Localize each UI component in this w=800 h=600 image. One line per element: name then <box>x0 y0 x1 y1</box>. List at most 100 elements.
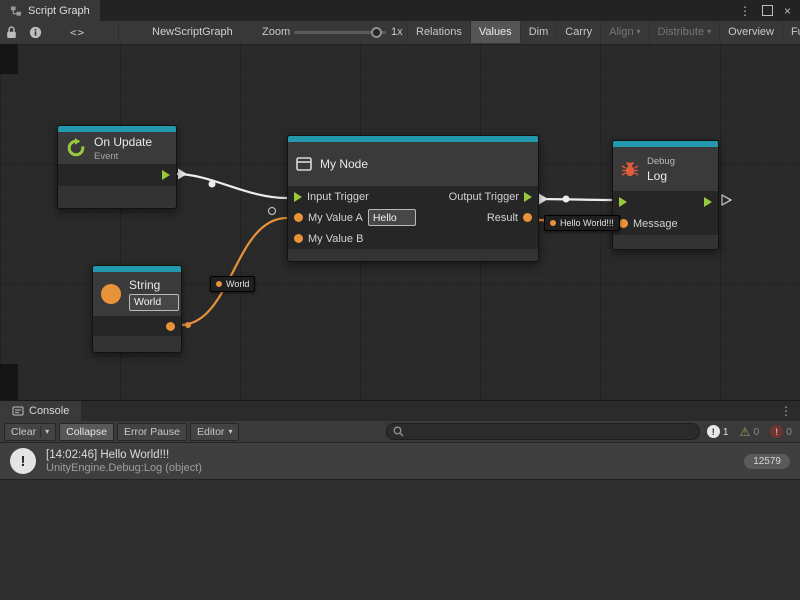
node-my-node[interactable]: My Node Input Trigger Output Trigger My … <box>287 135 539 262</box>
console-tab[interactable]: Console <box>0 401 81 421</box>
wire-value-chip: Hello World!!! <box>544 215 620 231</box>
editor-dropdown[interactable]: Editor ▾ <box>190 423 239 441</box>
input-trigger-port[interactable] <box>294 192 302 202</box>
maximize-icon[interactable] <box>762 5 773 16</box>
info-log-icon: ! <box>10 448 36 474</box>
relations-toggle[interactable]: Relations <box>407 21 470 43</box>
distribute-dropdown[interactable]: Distribute▾ <box>649 21 719 43</box>
edit-script-icon[interactable]: <> <box>70 21 85 43</box>
debug-input-port[interactable] <box>619 197 627 207</box>
clear-button[interactable]: Clear ▾ <box>4 423 56 441</box>
node-title: My Node <box>320 157 368 171</box>
my-node-icon <box>296 157 312 171</box>
console-menu-icon[interactable]: ⋮ <box>772 401 800 421</box>
tab-script-graph[interactable]: Script Graph <box>0 0 100 21</box>
error-count-toggle[interactable]: ! 0 <box>766 424 796 440</box>
search-icon <box>393 426 404 437</box>
string-value-input[interactable] <box>129 294 179 311</box>
fullscreen-button[interactable]: Full S <box>782 21 800 43</box>
collapse-toggle[interactable]: Collapse <box>59 423 114 441</box>
lock-icon[interactable] <box>6 21 17 43</box>
port-row <box>58 164 176 186</box>
warning-icon: ⚠ <box>740 426 751 438</box>
info-count-toggle[interactable]: ! 1 <box>703 424 733 440</box>
string-type-icon <box>101 284 121 304</box>
caret-down-icon: ▾ <box>45 428 49 436</box>
wire-mynode-to-debug[interactable] <box>537 199 612 200</box>
wire-onupdate-to-mynode[interactable] <box>176 174 287 198</box>
console-search-input[interactable] <box>408 425 693 439</box>
graph-toolbar-buttons: Relations Values Dim Carry Align▾ Distri… <box>407 21 800 43</box>
caret-down-icon: ▾ <box>228 428 232 436</box>
string-output-port[interactable] <box>166 322 175 331</box>
console-toolbar: Clear ▾ Collapse Error Pause Editor ▾ ! … <box>0 421 800 443</box>
port-label: Input Trigger <box>307 191 369 203</box>
my-value-a-port[interactable] <box>294 213 303 222</box>
value-dot-icon <box>216 281 222 287</box>
console-icon <box>12 405 24 417</box>
port-label: My Value A <box>308 212 363 224</box>
node-on-update[interactable]: On Update Event <box>57 125 177 209</box>
my-value-a-input[interactable] <box>368 209 416 226</box>
overview-button[interactable]: Overview <box>719 21 782 43</box>
window-tab-bar: Script Graph ⋮ × <box>0 0 800 21</box>
unconnected-value-port-icon[interactable] <box>268 207 276 215</box>
wire-start-arrow-icon <box>178 169 187 180</box>
close-icon[interactable]: × <box>784 4 791 18</box>
console-search <box>386 423 700 440</box>
graph-toolbar: <> NewScriptGraph Zoom 1x Relations Valu… <box>0 21 800 45</box>
debug-output-port[interactable] <box>704 197 712 207</box>
tab-title: Script Graph <box>28 5 90 17</box>
port-label: My Value B <box>308 233 363 245</box>
pane-menu-icon[interactable]: ⋮ <box>739 4 751 18</box>
node-debug-log[interactable]: Debug Log Message <box>612 140 719 250</box>
port-label: Result <box>487 212 518 224</box>
log-stacktrace: UnityEngine.Debug:Log (object) <box>46 462 734 474</box>
zoom-slider-knob[interactable] <box>371 27 382 38</box>
info-log-icon: ! <box>707 425 720 438</box>
node-title: String <box>129 278 179 292</box>
node-kind: Debug <box>647 156 675 167</box>
node-subtitle: Event <box>94 151 152 162</box>
wire-string-to-mynode[interactable] <box>180 218 287 325</box>
log-message: [14:02:46] Hello World!!! <box>46 449 734 461</box>
align-dropdown[interactable]: Align▾ <box>600 21 648 43</box>
port-row: Message <box>613 212 718 235</box>
message-port[interactable] <box>619 219 628 228</box>
node-string[interactable]: String <box>92 265 182 353</box>
node-title: Log <box>647 169 675 183</box>
port-row: My Value B <box>288 228 538 249</box>
on-update-output-port[interactable] <box>162 170 170 180</box>
port-label: Output Trigger <box>449 191 519 203</box>
wire-value-dot <box>185 322 191 328</box>
toolbar-separator <box>118 25 119 39</box>
wire-start-arrow-icon <box>539 194 548 205</box>
warning-count-toggle[interactable]: ⚠ 0 <box>736 424 764 440</box>
port-row <box>93 316 181 336</box>
dim-toggle[interactable]: Dim <box>520 21 557 43</box>
error-icon: ! <box>770 425 783 438</box>
log-entry-row[interactable]: ! [14:02:46] Hello World!!! UnityEngine.… <box>0 443 800 480</box>
output-trigger-port[interactable] <box>524 192 532 202</box>
wire-flow-dot <box>209 181 216 188</box>
console-panel: Console ⋮ Clear ▾ Collapse Error Pause E… <box>0 400 800 600</box>
value-dot-icon <box>550 220 556 226</box>
unconnected-flow-port-icon[interactable] <box>722 195 731 205</box>
info-icon[interactable] <box>29 21 42 43</box>
error-pause-toggle[interactable]: Error Pause <box>117 423 187 441</box>
carry-toggle[interactable]: Carry <box>556 21 600 43</box>
node-footer <box>288 249 538 261</box>
wire-flow-dot <box>563 196 570 203</box>
port-row <box>613 191 718 212</box>
node-title: On Update <box>94 135 152 149</box>
result-port[interactable] <box>523 213 532 222</box>
wire-value-chip: World <box>210 276 255 292</box>
values-toggle[interactable]: Values <box>470 21 520 43</box>
my-value-b-port[interactable] <box>294 234 303 243</box>
console-log-list: ! [14:02:46] Hello World!!! UnityEngine.… <box>0 443 800 480</box>
console-detail-pane[interactable] <box>0 479 800 600</box>
unity-window: Script Graph ⋮ × <> NewScriptGraph Zoom <box>0 0 800 600</box>
window-controls: ⋮ × <box>739 0 800 21</box>
graph-canvas[interactable]: On Update Event My Node <box>0 44 800 400</box>
script-graph-icon <box>10 5 22 17</box>
